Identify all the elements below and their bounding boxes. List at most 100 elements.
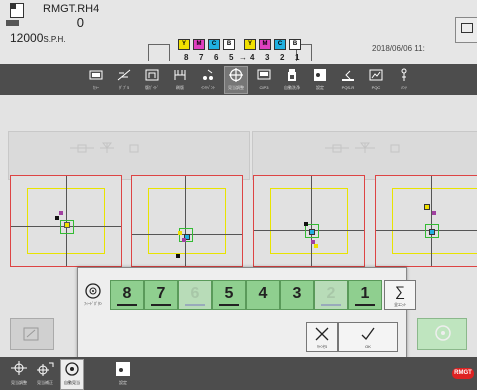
guide-frame bbox=[392, 188, 477, 254]
dot-icon bbox=[116, 362, 130, 376]
toolbar-pqsr-button[interactable]: PQS-R bbox=[336, 66, 360, 94]
unit-number: 3 bbox=[265, 53, 270, 62]
sheet-counter: 0 bbox=[76, 15, 84, 30]
plate-adjust-icon bbox=[11, 361, 27, 375]
toolbar-wash-button[interactable]: 自動洗浄 bbox=[280, 66, 304, 94]
statusbar-label: 設定 bbox=[119, 380, 127, 385]
faint-adjust-icons-right bbox=[325, 142, 400, 153]
date-time: 2018/06/06 11: bbox=[372, 44, 425, 53]
guide-line-vertical bbox=[185, 176, 186, 266]
arrow-icon: → bbox=[239, 53, 247, 62]
page-icon bbox=[342, 70, 354, 81]
toolbar-color-button[interactable]: ｶﾗｰ bbox=[84, 66, 108, 94]
register-mark-cyan bbox=[309, 229, 315, 235]
grid-icon bbox=[89, 70, 103, 80]
roller-icon bbox=[203, 69, 213, 80]
settings-button[interactable]: 設定 bbox=[112, 360, 134, 387]
auto-register-tab[interactable]: 自動見当 bbox=[60, 359, 84, 390]
document-icon bbox=[10, 3, 24, 18]
monitor-icon bbox=[257, 69, 271, 80]
toolbar-label: ﾒﾝﾃ bbox=[401, 85, 407, 90]
unit-2-button[interactable]: 2 bbox=[314, 280, 348, 310]
unit-color-row: Y M C B Y M C B bbox=[178, 39, 301, 51]
register-mark-yellow bbox=[64, 222, 70, 228]
toolbar-ink-button[interactable]: ｲﾝｷﾍﾟﾝﾄ bbox=[196, 66, 220, 94]
unit-number: 5 bbox=[229, 53, 234, 62]
toolbar-double-button[interactable]: ﾀﾞﾌﾞﾙ bbox=[112, 66, 136, 94]
register-mark-cyan bbox=[429, 229, 435, 235]
dial-icon bbox=[65, 362, 79, 376]
toolbar-cip3-button[interactable]: CIP3 bbox=[252, 66, 276, 94]
register-mark-yellow bbox=[314, 244, 318, 248]
unit-color-box: Y bbox=[178, 39, 190, 50]
register-mark-yellow bbox=[424, 204, 430, 210]
faint-adjust-icons-left bbox=[70, 142, 139, 153]
unit-key-label: 6 bbox=[190, 285, 200, 302]
register-adjust-button[interactable]: 見当調整 bbox=[8, 360, 30, 387]
toolbar-maintenance-button[interactable]: ﾒﾝﾃ bbox=[392, 66, 416, 94]
logo-text: RMGT bbox=[454, 370, 472, 376]
unit-6-button[interactable]: 6 bbox=[178, 280, 212, 310]
feed-dial-button[interactable]: ﾌｨｰﾄﾞﾎﾞﾀﾝ bbox=[78, 281, 108, 311]
tilted-square-icon bbox=[117, 69, 131, 81]
unit-key-label: 3 bbox=[292, 285, 302, 302]
unit-color-box: C bbox=[274, 39, 286, 50]
register-mark-yellow bbox=[178, 231, 182, 235]
press-icon bbox=[174, 70, 186, 80]
ok-button[interactable]: OK bbox=[338, 322, 398, 352]
guide-frame bbox=[148, 188, 226, 254]
register-correct-button[interactable]: 見当補正 bbox=[34, 360, 56, 387]
register-cell-3[interactable] bbox=[253, 175, 365, 267]
toolbar-label: PQS-R bbox=[341, 85, 355, 90]
toolbar-settings-button[interactable]: 設定 bbox=[308, 66, 332, 94]
unit-5-button[interactable]: 5 bbox=[212, 280, 246, 310]
unit-3-button[interactable]: 3 bbox=[280, 280, 314, 310]
register-cell-4[interactable] bbox=[375, 175, 477, 267]
toolbar-label: 設定 bbox=[316, 85, 324, 90]
guide-line-vertical bbox=[431, 176, 432, 266]
auto-register-button[interactable] bbox=[417, 318, 467, 350]
dot-icon bbox=[314, 69, 326, 81]
toolbar-pqc-button[interactable]: PQC bbox=[364, 66, 388, 94]
toolbar-label: PQC bbox=[371, 85, 381, 90]
dial-icon bbox=[85, 283, 101, 299]
cancel-button[interactable]: ｷｬﾝｾﾙ bbox=[306, 322, 338, 352]
toolbar-label: 見当調整 bbox=[228, 85, 244, 90]
unit-color-box: B bbox=[223, 39, 235, 50]
register-mark-black bbox=[176, 254, 180, 258]
cancel-label: ｷｬﾝｾﾙ bbox=[317, 344, 327, 349]
register-cell-1[interactable] bbox=[10, 175, 122, 267]
unit-color-box: C bbox=[208, 39, 220, 50]
register-mark-magenta bbox=[59, 211, 63, 215]
unit-7-button[interactable]: 7 bbox=[144, 280, 178, 310]
toolbar-label: CIP3 bbox=[259, 85, 269, 90]
register-mark-black bbox=[304, 222, 308, 226]
unit-color-box: M bbox=[259, 39, 271, 50]
unit-number: 2 bbox=[280, 53, 285, 62]
unit-4-button[interactable]: 4 bbox=[246, 280, 280, 310]
unit-8-button[interactable]: 8 bbox=[110, 280, 144, 310]
unit-1-button[interactable]: 1 bbox=[348, 280, 382, 310]
unit-number: 6 bbox=[214, 53, 219, 62]
toolbar-label: ﾀﾞﾌﾞﾙ bbox=[119, 85, 129, 90]
unit-number-row: 8 7 6 5 → 4 3 2 1 bbox=[184, 53, 314, 63]
speed-value: 12000 bbox=[10, 31, 44, 45]
chart-icon bbox=[369, 69, 383, 81]
tools-icon bbox=[401, 68, 407, 81]
register-reset-button[interactable] bbox=[10, 318, 54, 350]
unit-key-label: 4 bbox=[258, 285, 268, 302]
register-cell-2[interactable] bbox=[131, 175, 243, 267]
crosshair-icon bbox=[229, 68, 243, 82]
unit-key-label: 8 bbox=[122, 285, 132, 302]
dial-label: ﾌｨｰﾄﾞﾎﾞﾀﾝ bbox=[84, 301, 102, 306]
toolbar-plate-guide-button[interactable]: 版ｶﾞｲﾄﾞ bbox=[140, 66, 164, 94]
toolbar-register-button[interactable]: 見当調整 bbox=[224, 66, 248, 94]
statusbar-label: 自動見当 bbox=[64, 380, 80, 385]
toolbar-label: 自動洗浄 bbox=[284, 85, 300, 90]
bottle-icon bbox=[288, 69, 296, 81]
toolbar-plate-button[interactable]: 刷版 bbox=[168, 66, 192, 94]
monitor-button[interactable] bbox=[455, 17, 477, 43]
all-units-button[interactable]: ∑ 全ﾕﾆｯﾄ bbox=[384, 280, 416, 310]
guide-frame bbox=[270, 188, 348, 254]
crosshair-plus-icon bbox=[37, 362, 54, 376]
